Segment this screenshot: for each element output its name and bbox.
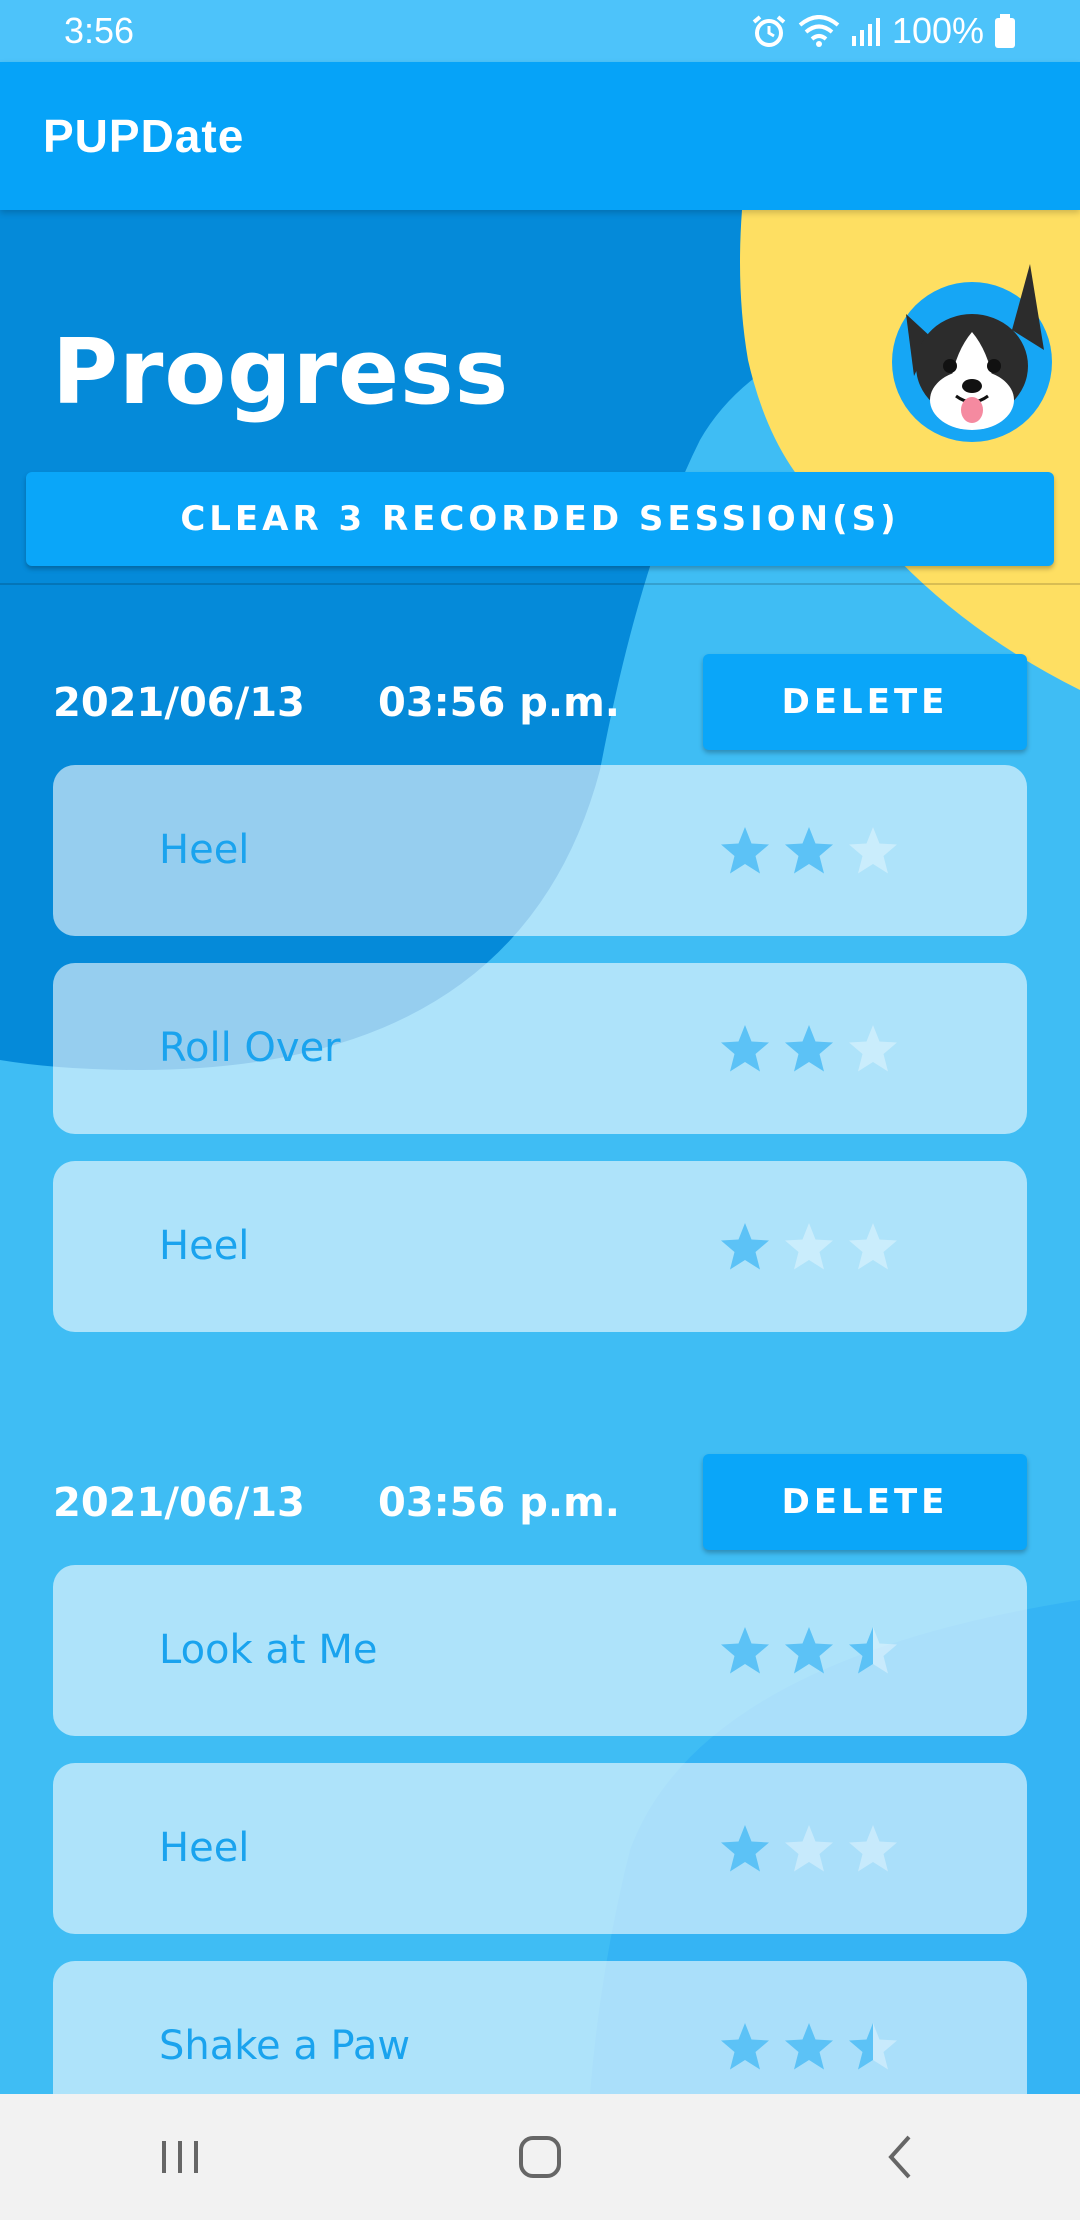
star-icon bbox=[721, 1223, 769, 1270]
list-item: Heel bbox=[53, 1763, 1027, 1934]
alarm-icon bbox=[750, 14, 788, 48]
status-time: 3:56 bbox=[64, 10, 135, 51]
session-date: 2021/06/13 bbox=[53, 680, 305, 726]
session-header: 2021/06/13 03:56 p.m. DELETE bbox=[53, 654, 1027, 750]
star-icon bbox=[785, 827, 833, 874]
status-bar: 3:56 100% bbox=[0, 0, 1080, 62]
delete-session-button[interactable]: DELETE bbox=[703, 654, 1027, 750]
star-icon bbox=[721, 1025, 769, 1072]
trick-name: Heel bbox=[159, 1223, 250, 1269]
star-icon bbox=[721, 827, 769, 874]
battery-icon bbox=[994, 14, 1016, 48]
signal-icon bbox=[850, 16, 882, 46]
app-bar: PUPDate bbox=[0, 62, 1080, 210]
star-rating bbox=[719, 825, 919, 877]
wifi-icon bbox=[798, 15, 840, 47]
delete-session-button[interactable]: DELETE bbox=[703, 1454, 1027, 1550]
home-icon[interactable] bbox=[480, 2117, 600, 2197]
star-icon bbox=[849, 1825, 897, 1872]
star-icon bbox=[849, 1627, 897, 1674]
system-nav-bar bbox=[0, 2094, 1080, 2220]
divider bbox=[0, 583, 1080, 585]
star-rating bbox=[719, 1823, 919, 1875]
clear-sessions-button[interactable]: CLEAR 3 RECORDED SESSION(S) bbox=[26, 472, 1054, 566]
star-rating bbox=[719, 1625, 919, 1677]
star-icon bbox=[785, 1223, 833, 1270]
star-icon bbox=[849, 2023, 897, 2070]
dog-avatar bbox=[890, 258, 1054, 444]
star-rating bbox=[719, 1221, 919, 1273]
trick-name: Heel bbox=[159, 827, 250, 873]
star-icon bbox=[785, 1627, 833, 1674]
recents-icon[interactable] bbox=[120, 2117, 240, 2197]
session-header: 2021/06/13 03:56 p.m. DELETE bbox=[53, 1454, 1027, 1550]
star-icon bbox=[849, 1223, 897, 1270]
star-rating bbox=[719, 1023, 919, 1075]
star-icon bbox=[785, 2023, 833, 2070]
star-icon bbox=[721, 1825, 769, 1872]
star-icon bbox=[785, 1825, 833, 1872]
battery-level: 100% bbox=[891, 10, 984, 51]
trick-name: Heel bbox=[159, 1825, 250, 1871]
trick-name: Roll Over bbox=[159, 1025, 341, 1071]
app-title: PUPDate bbox=[43, 110, 245, 162]
back-icon[interactable] bbox=[840, 2117, 960, 2197]
session-time: 03:56 p.m. bbox=[378, 680, 620, 726]
list-item: Heel bbox=[53, 765, 1027, 936]
session-time: 03:56 p.m. bbox=[378, 1480, 620, 1526]
star-icon bbox=[849, 1025, 897, 1072]
list-item: Heel bbox=[53, 1161, 1027, 1332]
list-item: Look at Me bbox=[53, 1565, 1027, 1736]
trick-name: Look at Me bbox=[159, 1627, 378, 1673]
page-title: Progress bbox=[52, 320, 510, 425]
list-item: Roll Over bbox=[53, 963, 1027, 1134]
dog-icon bbox=[892, 264, 1052, 442]
session-date: 2021/06/13 bbox=[53, 1480, 305, 1526]
star-rating bbox=[719, 2021, 919, 2073]
star-icon bbox=[721, 2023, 769, 2070]
star-icon bbox=[785, 1025, 833, 1072]
star-icon bbox=[721, 1627, 769, 1674]
star-icon bbox=[849, 827, 897, 874]
